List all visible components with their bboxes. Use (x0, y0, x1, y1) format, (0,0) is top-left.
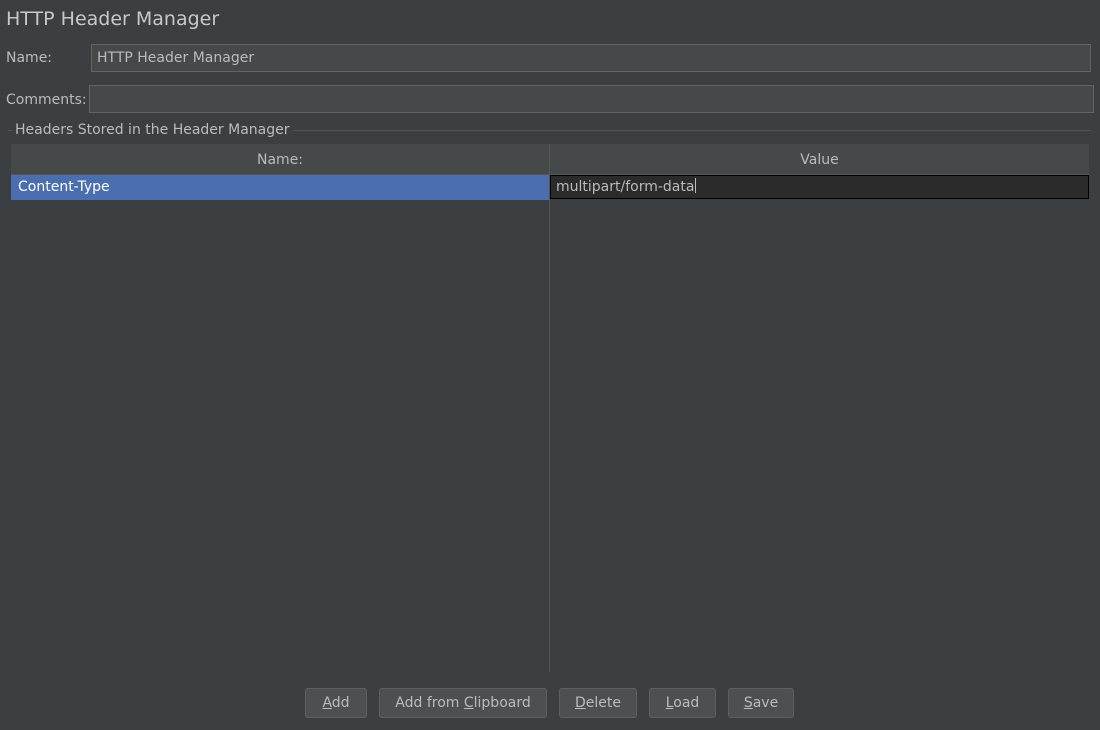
delete-button[interactable]: Delete (559, 688, 637, 718)
delete-mnemonic: D (575, 695, 586, 711)
load-button[interactable]: Load (649, 688, 716, 718)
name-input[interactable] (91, 44, 1091, 72)
header-name-cell[interactable]: Content-Type (11, 175, 549, 200)
header-value-text: multipart/form-data (556, 179, 695, 195)
save-button[interactable]: Save (728, 688, 794, 718)
column-divider (549, 144, 550, 672)
header-value-editor[interactable]: multipart/form-data (550, 175, 1089, 199)
text-caret (695, 178, 697, 193)
headers-table[interactable]: Name: Value Content-Type multipart/form-… (11, 144, 1089, 672)
http-header-manager-panel: HTTP Header Manager Name: Comments: Head… (0, 0, 1100, 730)
comments-input[interactable] (89, 85, 1094, 113)
panel-title: HTTP Header Manager (6, 8, 220, 30)
table-header: Name: Value (11, 144, 1089, 175)
load-mnemonic: L (665, 695, 674, 711)
name-label: Name: (6, 50, 53, 66)
column-header-value[interactable]: Value (550, 144, 1089, 174)
column-header-name[interactable]: Name: (11, 144, 549, 174)
comments-label: Comments: (6, 92, 87, 108)
add-button[interactable]: Add (305, 688, 367, 718)
clipboard-mnemonic: C (463, 695, 474, 711)
table-row[interactable]: Content-Type multipart/form-data (11, 175, 1089, 200)
add-mnemonic: A (322, 695, 332, 711)
headers-group-title: Headers Stored in the Header Manager (12, 122, 293, 138)
save-mnemonic: S (743, 695, 753, 711)
add-from-clipboard-button[interactable]: Add from Clipboard (379, 688, 547, 718)
